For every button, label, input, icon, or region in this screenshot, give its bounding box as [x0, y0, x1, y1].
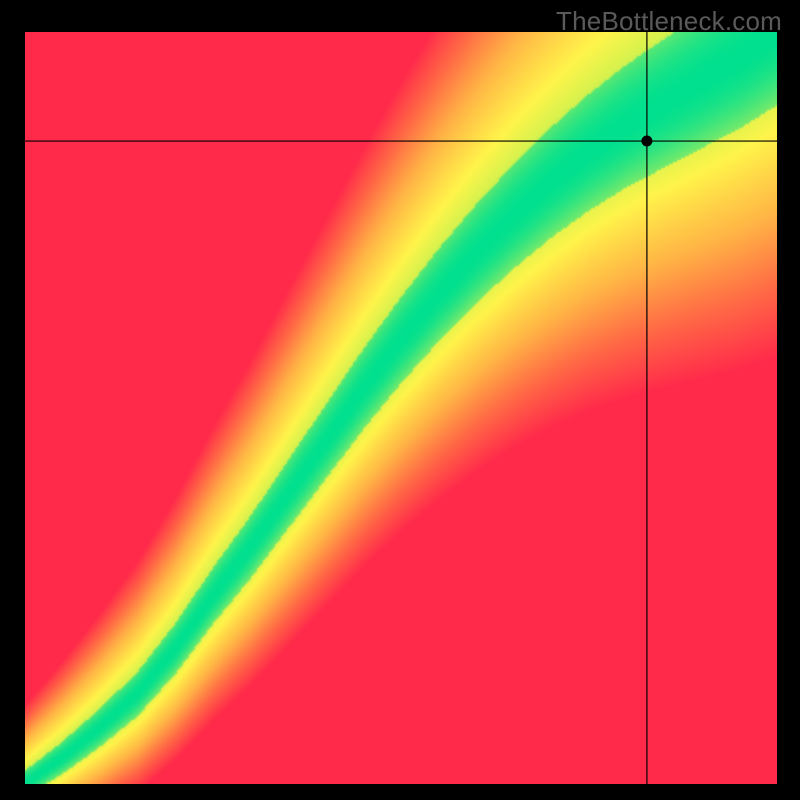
- heatmap-canvas: [25, 32, 777, 784]
- bottleneck-heatmap: [25, 32, 777, 784]
